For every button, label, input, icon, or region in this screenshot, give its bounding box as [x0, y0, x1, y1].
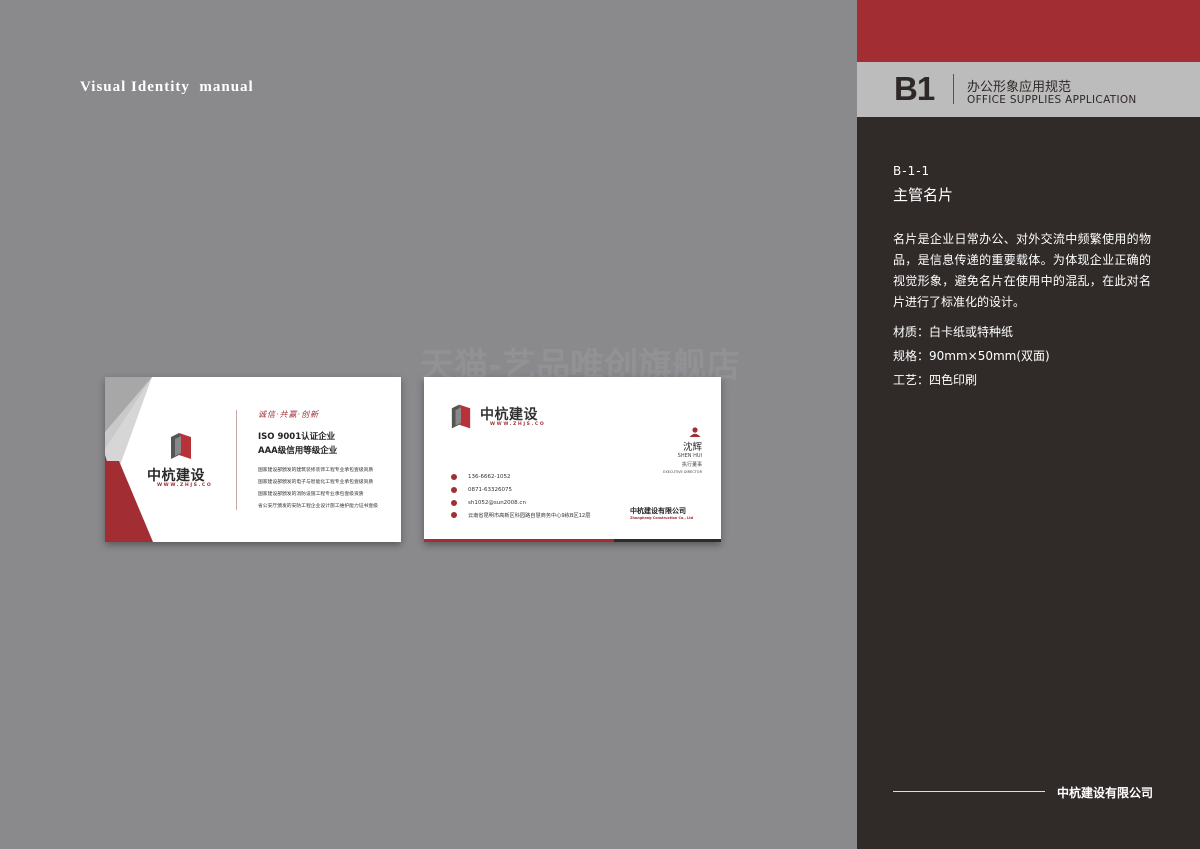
cert-aaa: AAA级信用等级企业	[258, 446, 338, 456]
footer-line	[893, 791, 1045, 792]
email-icon	[451, 500, 457, 506]
logo-url: WWW.ZHJS.CO	[157, 483, 213, 488]
person-title: 执行董事	[681, 462, 702, 468]
qualification: 国家建设部颁发的电子与智能化工程专业承包壹级资质	[258, 480, 374, 485]
footer-company: 中杭建设有限公司	[1057, 786, 1154, 800]
item-name: 主管名片	[893, 186, 954, 204]
business-card-front: 中杭建设 WWW.ZHJS.CO 诚信·共赢·创新 ISO 9001认证企业 A…	[105, 377, 401, 542]
section-title-cn: 办公形象应用规范	[967, 80, 1072, 95]
email-address: sh1052@sun2008.cn	[468, 500, 526, 506]
person-pinyin: SHEN HUI	[677, 453, 702, 459]
item-description: 名片是企业日常办公、对外交流中频繁使用的物品，是信息传递的重要载体。为体现企业正…	[893, 232, 1151, 309]
cert-iso: ISO 9001认证企业	[258, 432, 336, 442]
company-name-en: Zhonghang Construction Co., Ltd	[630, 516, 694, 520]
card-divider	[236, 410, 237, 510]
section-title-en: OFFICE SUPPLIES APPLICATION	[967, 94, 1137, 106]
section-code: B1	[894, 70, 935, 107]
spec-size: 规格：90mm×50mm(双面)	[893, 349, 1050, 363]
mobile-icon	[451, 474, 457, 480]
phone-number: 0871-63326075	[468, 487, 512, 493]
qualification: 国家建设部颁发的消防设施工程专业承包壹级资质	[258, 492, 364, 497]
card-bottom-bar-dark	[614, 539, 721, 542]
watermark-line: 独家真实案例	[478, 400, 682, 440]
card-front-decoration	[105, 377, 153, 542]
watermark-line: 天猫-艺品唯创旗舰店	[420, 346, 741, 386]
phone-icon	[451, 487, 457, 493]
manual-title: Visual Identity manual	[80, 79, 254, 95]
mobile-number: 136-6662-1052	[468, 474, 511, 480]
card-bottom-bar-red	[424, 539, 614, 542]
logo-icon	[171, 433, 191, 459]
qualification: 省公安厅颁发的安防工程企业设计施工维护能力证书壹级	[258, 504, 378, 509]
panel-red-band	[857, 0, 1200, 62]
watermark-bar	[558, 457, 638, 461]
info-panel: B1 办公形象应用规范 OFFICE SUPPLIES APPLICATION …	[857, 0, 1200, 849]
item-code: B-1-1	[893, 164, 931, 178]
logo-icon	[451, 404, 471, 429]
section-divider	[953, 74, 954, 104]
slogan: 诚信·共赢·创新	[258, 410, 320, 419]
qualification: 国家建设部颁发的建筑装修装饰工程专业承包壹级资质	[258, 468, 374, 473]
watermark-line: vc.tmall.com	[528, 480, 722, 515]
spec-craft: 工艺：四色印刷	[893, 373, 978, 387]
person-name: 沈辉	[682, 442, 702, 453]
location-icon	[451, 512, 457, 518]
person-icon	[689, 427, 701, 437]
person-title-en: EXECUTIVE DIRECTOR	[663, 470, 702, 474]
spec-material: 材质：白卡纸或特种纸	[893, 325, 1014, 339]
logo-text: 中杭建设	[147, 468, 205, 484]
